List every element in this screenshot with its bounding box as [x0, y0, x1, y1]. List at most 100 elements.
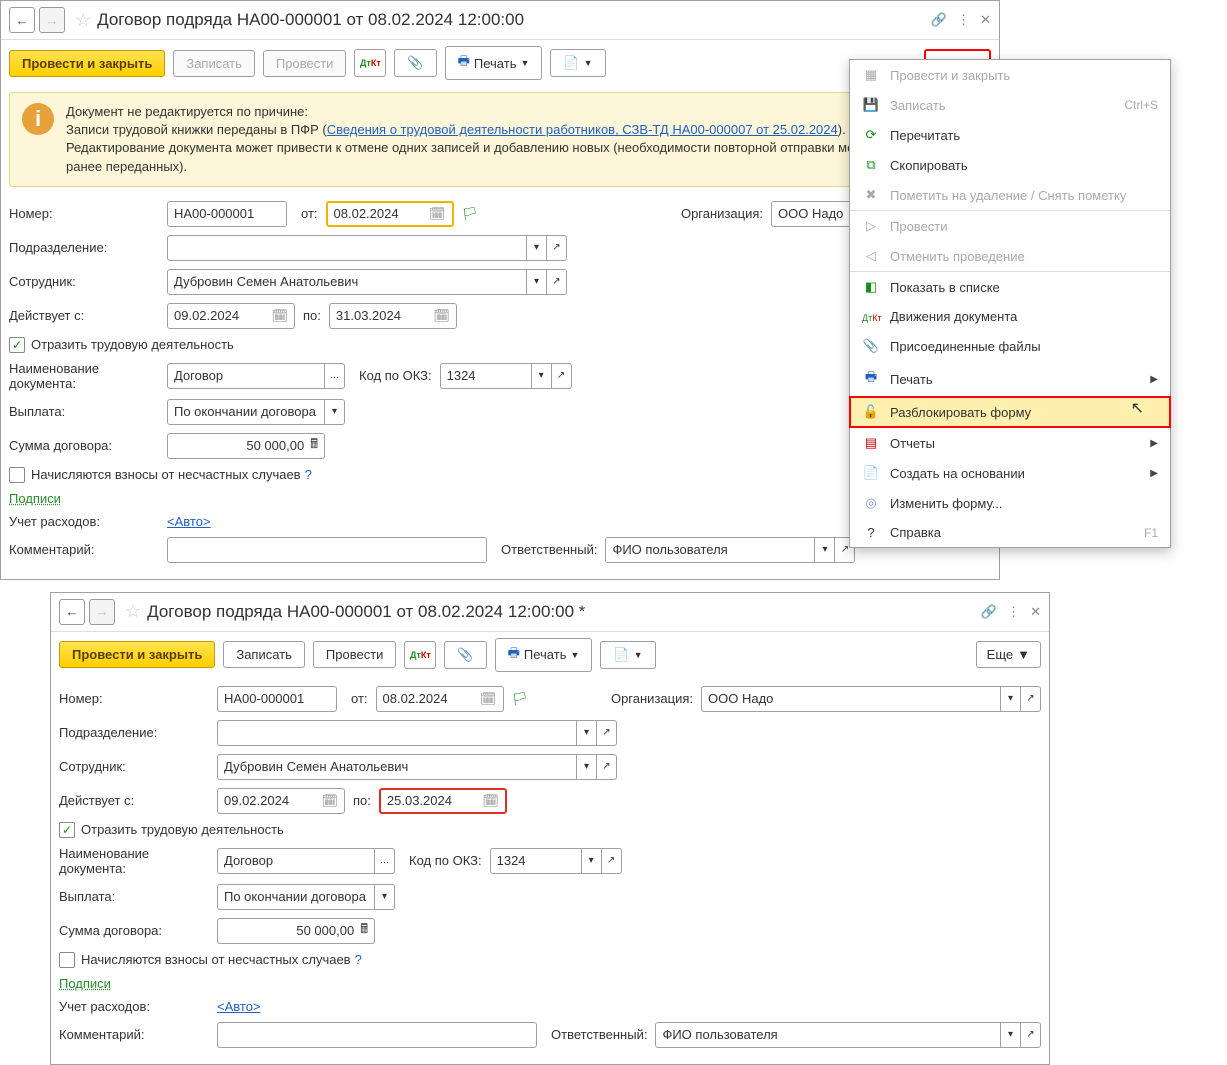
- cost-link[interactable]: <Авто>: [167, 514, 211, 529]
- attach-button[interactable]: 📎: [444, 641, 486, 669]
- post-button[interactable]: Провести: [313, 641, 397, 668]
- date-to-input[interactable]: 31.03.2024🗓: [329, 303, 457, 329]
- menu-help[interactable]: ?СправкаF1: [850, 518, 1170, 547]
- payout-dropdown-icon[interactable]: ▾: [375, 884, 395, 910]
- dept-combo[interactable]: ▾ ↗: [167, 235, 567, 261]
- menu-movements[interactable]: ДтКтДвижения документа: [850, 302, 1170, 331]
- org-combo[interactable]: ООО Надо ▾ ↗: [701, 686, 1041, 712]
- emp-open-icon[interactable]: ↗: [547, 269, 567, 295]
- docname-combo[interactable]: Договор …: [217, 848, 395, 874]
- number-input[interactable]: НА00-000001: [167, 201, 287, 227]
- calendar-icon[interactable]: 🗓: [271, 308, 288, 324]
- emp-dropdown-icon[interactable]: ▾: [527, 269, 547, 295]
- emp-dropdown-icon[interactable]: ▾: [577, 754, 597, 780]
- dtkt-button[interactable]: ДтКт: [404, 641, 436, 669]
- resp-combo[interactable]: ФИО пользователя ▾ ↗: [655, 1022, 1041, 1048]
- more-button[interactable]: Еще ▼: [976, 641, 1041, 668]
- dept-open-icon[interactable]: ↗: [547, 235, 567, 261]
- print-button[interactable]: 🖶 Печать ▼: [495, 638, 593, 672]
- save-button[interactable]: Записать: [223, 641, 305, 668]
- date-from-input[interactable]: 09.02.2024🗓: [217, 788, 345, 814]
- okz-combo[interactable]: 1324 ▾ ↗: [440, 363, 572, 389]
- dept-open-icon[interactable]: ↗: [597, 720, 617, 746]
- sum-input[interactable]: 50 000,00 🖩: [167, 433, 325, 459]
- payout-dropdown-icon[interactable]: ▾: [325, 399, 345, 425]
- status-flag-icon[interactable]: 🏳: [512, 691, 529, 707]
- calendar-icon[interactable]: 🗓: [480, 691, 497, 707]
- create-based-button[interactable]: 📄 ▼: [600, 641, 655, 669]
- menu-copy[interactable]: ⧉Скопировать: [850, 150, 1170, 180]
- date-from-input[interactable]: 09.02.2024🗓: [167, 303, 295, 329]
- sum-input[interactable]: 50 000,00 🖩: [217, 918, 375, 944]
- docname-select-icon[interactable]: …: [325, 363, 345, 389]
- comment-input[interactable]: [217, 1022, 537, 1048]
- comment-input[interactable]: [167, 537, 487, 563]
- help-icon[interactable]: ?: [305, 467, 312, 482]
- menu-kebab-icon[interactable]: ⋮: [957, 12, 970, 28]
- signatures-link[interactable]: Подписи: [59, 976, 111, 991]
- save-button[interactable]: Записать: [173, 50, 255, 77]
- calculator-icon[interactable]: 🖩: [360, 920, 368, 942]
- print-button[interactable]: 🖶 Печать ▼: [445, 46, 543, 80]
- emp-open-icon[interactable]: ↗: [597, 754, 617, 780]
- forward-button[interactable]: →: [89, 599, 115, 625]
- menu-print[interactable]: 🖶Печать▶: [850, 361, 1170, 397]
- okz-dropdown-icon[interactable]: ▾: [582, 848, 602, 874]
- accident-checkbox[interactable]: [9, 467, 25, 483]
- help-icon[interactable]: ?: [355, 952, 362, 967]
- menu-change-form[interactable]: ◎Изменить форму...: [850, 488, 1170, 518]
- menu-kebab-icon[interactable]: ⋮: [1007, 604, 1020, 620]
- dept-dropdown-icon[interactable]: ▾: [527, 235, 547, 261]
- calendar-icon[interactable]: 🗓: [321, 793, 338, 809]
- link-icon[interactable]: 🔗: [981, 604, 997, 620]
- link-icon[interactable]: 🔗: [931, 12, 947, 28]
- back-button[interactable]: ←: [59, 599, 85, 625]
- reflect-checkbox[interactable]: ✓: [59, 822, 75, 838]
- emp-combo[interactable]: Дубровин Семен Анатольевич ▾ ↗: [217, 754, 617, 780]
- info-link[interactable]: Сведения о трудовой деятельности работни…: [327, 122, 838, 137]
- okz-combo[interactable]: 1324 ▾ ↗: [490, 848, 622, 874]
- docname-select-icon[interactable]: …: [375, 848, 395, 874]
- back-button[interactable]: ←: [9, 7, 35, 33]
- okz-dropdown-icon[interactable]: ▾: [532, 363, 552, 389]
- resp-combo[interactable]: ФИО пользователя ▾ ↗: [605, 537, 855, 563]
- date-input[interactable]: 08.02.2024🗓: [376, 686, 504, 712]
- calculator-icon[interactable]: 🖩: [310, 435, 318, 457]
- menu-reread[interactable]: ⟳Перечитать: [850, 120, 1170, 150]
- payout-combo[interactable]: По окончании договора ▾: [167, 399, 345, 425]
- create-based-button[interactable]: 📄 ▼: [550, 49, 605, 77]
- dept-combo[interactable]: ▾ ↗: [217, 720, 617, 746]
- menu-reports[interactable]: ▤Отчеты▶: [850, 428, 1170, 458]
- calendar-icon[interactable]: 🗓: [482, 793, 499, 809]
- status-flag-icon[interactable]: 🏳: [462, 206, 479, 222]
- date-input[interactable]: 08.02.2024🗓: [326, 201, 454, 227]
- payout-combo[interactable]: По окончании договора ▾: [217, 884, 395, 910]
- docname-combo[interactable]: Договор …: [167, 363, 345, 389]
- close-icon[interactable]: ✕: [980, 12, 991, 28]
- reflect-checkbox[interactable]: ✓: [9, 337, 25, 353]
- number-input[interactable]: НА00-000001: [217, 686, 337, 712]
- menu-show-list[interactable]: ◧Показать в списке: [850, 272, 1170, 302]
- calendar-icon[interactable]: 🗓: [433, 308, 450, 324]
- menu-unlock-form[interactable]: 🔓Разблокировать форму: [850, 397, 1170, 427]
- date-to-input[interactable]: 25.03.2024🗓: [379, 788, 507, 814]
- menu-attached[interactable]: 📎Присоединенные файлы: [850, 331, 1170, 361]
- org-open-icon[interactable]: ↗: [1021, 686, 1041, 712]
- resp-open-icon[interactable]: ↗: [1021, 1022, 1041, 1048]
- favorite-star-icon[interactable]: ☆: [75, 10, 91, 31]
- menu-create-based[interactable]: 📄Создать на основании▶: [850, 458, 1170, 488]
- resp-dropdown-icon[interactable]: ▾: [1001, 1022, 1021, 1048]
- close-icon[interactable]: ✕: [1030, 604, 1041, 620]
- favorite-star-icon[interactable]: ☆: [125, 601, 141, 622]
- post-button[interactable]: Провести: [263, 50, 347, 77]
- forward-button[interactable]: →: [39, 7, 65, 33]
- post-and-close-button[interactable]: Провести и закрыть: [59, 641, 215, 668]
- okz-open-icon[interactable]: ↗: [552, 363, 572, 389]
- signatures-link[interactable]: Подписи: [9, 491, 61, 506]
- calendar-icon[interactable]: 🗓: [429, 206, 446, 222]
- accident-checkbox[interactable]: [59, 952, 75, 968]
- dtkt-button[interactable]: ДтКт: [354, 49, 386, 77]
- cost-link[interactable]: <Авто>: [217, 999, 261, 1014]
- okz-open-icon[interactable]: ↗: [602, 848, 622, 874]
- post-and-close-button[interactable]: Провести и закрыть: [9, 50, 165, 77]
